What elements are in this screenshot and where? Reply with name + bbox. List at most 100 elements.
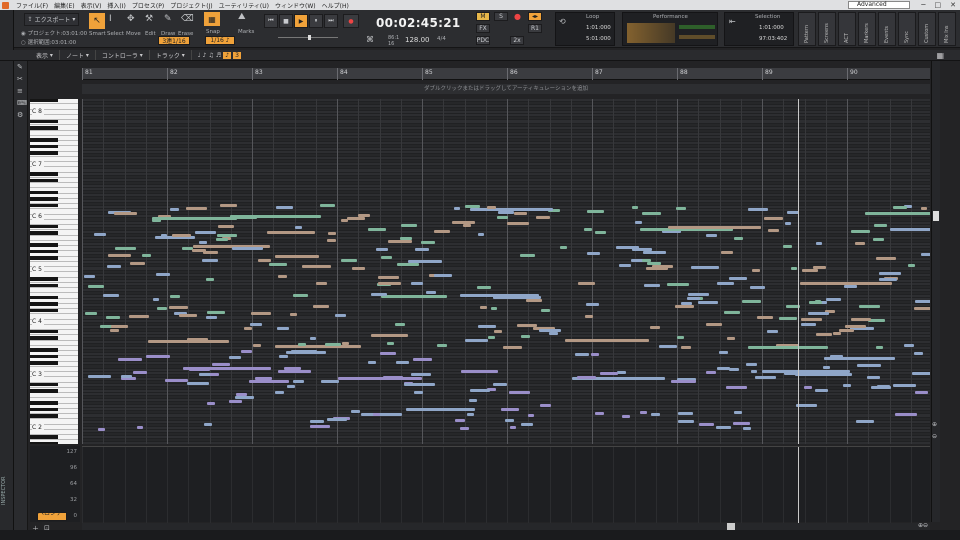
midi-note[interactable]	[209, 340, 226, 344]
midi-note[interactable]	[733, 237, 743, 241]
midi-note[interactable]	[492, 296, 541, 300]
midi-note[interactable]	[560, 245, 568, 249]
midi-note[interactable]	[520, 254, 536, 258]
midi-note[interactable]	[87, 284, 105, 288]
loop-icon[interactable]: ⟲	[559, 17, 566, 26]
midi-note[interactable]	[823, 366, 831, 370]
midi-note[interactable]	[464, 205, 480, 209]
midi-note[interactable]	[313, 304, 329, 308]
midi-note[interactable]	[367, 360, 376, 364]
menu-item-5[interactable]: プロジェクト(J)	[167, 1, 215, 10]
black-key[interactable]	[30, 382, 58, 386]
snap-grid-icon[interactable]: ▦	[204, 12, 220, 26]
select-tool-icon[interactable]: I	[109, 14, 112, 24]
midi-note[interactable]	[211, 363, 231, 367]
midi-note[interactable]	[341, 258, 357, 262]
black-key[interactable]	[30, 414, 58, 418]
midi-note[interactable]	[785, 222, 792, 226]
midi-note[interactable]	[650, 413, 660, 417]
midi-note[interactable]	[286, 385, 296, 389]
midi-note[interactable]	[459, 426, 469, 430]
midi-note[interactable]	[361, 413, 402, 417]
midi-note[interactable]	[160, 234, 168, 238]
midi-note[interactable]	[697, 301, 718, 305]
black-key[interactable]	[30, 224, 58, 229]
midi-note[interactable]	[367, 227, 386, 231]
midi-note[interactable]	[186, 338, 208, 342]
midi-note[interactable]	[615, 246, 639, 250]
midi-note[interactable]	[216, 234, 238, 238]
midi-note[interactable]	[202, 258, 218, 262]
midi-note[interactable]	[678, 412, 694, 416]
module-tab-0[interactable]: Pattern	[798, 12, 816, 46]
half-note-icon[interactable]: ♪	[203, 52, 207, 59]
midi-note[interactable]	[705, 371, 716, 375]
midi-note[interactable]	[459, 293, 540, 297]
midi-note[interactable]	[275, 390, 285, 394]
black-key[interactable]	[30, 348, 58, 352]
rewind-icon[interactable]: ⏮	[264, 14, 278, 28]
midi-note[interactable]	[586, 302, 600, 306]
black-key[interactable]	[30, 243, 58, 247]
midi-note[interactable]	[199, 240, 208, 244]
midi-note[interactable]	[292, 294, 308, 298]
midi-note[interactable]	[728, 276, 748, 280]
midi-note[interactable]	[436, 344, 448, 348]
midi-note[interactable]	[94, 233, 107, 237]
midi-note[interactable]	[587, 252, 600, 256]
midi-note[interactable]	[396, 262, 420, 266]
list-icon[interactable]: ≡	[17, 87, 23, 95]
midi-note[interactable]	[350, 410, 361, 414]
black-key[interactable]	[30, 144, 58, 148]
time-ruler[interactable]: 81 82 83 84 85 86 87 88 89 90	[82, 68, 930, 80]
midi-note[interactable]	[642, 212, 661, 216]
midi-note[interactable]	[492, 383, 507, 387]
midi-note[interactable]	[469, 389, 490, 393]
black-key[interactable]	[30, 99, 58, 102]
midi-note[interactable]	[206, 315, 218, 319]
midi-note[interactable]	[743, 427, 752, 431]
midi-note[interactable]	[178, 314, 197, 318]
play-icon[interactable]: ▶	[294, 14, 308, 28]
module-tab-3[interactable]: Markers	[858, 12, 876, 46]
midi-note[interactable]	[717, 366, 731, 370]
midi-note[interactable]	[724, 310, 740, 314]
midi-note[interactable]	[478, 232, 485, 236]
midi-note[interactable]	[279, 355, 289, 359]
selection-start[interactable]: 1:01:000	[759, 25, 784, 31]
midi-note[interactable]	[652, 265, 673, 269]
midi-note[interactable]	[346, 217, 366, 221]
midi-note[interactable]	[687, 296, 701, 300]
menu-item-8[interactable]: ヘルプ(H)	[319, 1, 352, 10]
midi-note[interactable]	[843, 384, 851, 388]
menu-item-3[interactable]: 挿入(I)	[104, 1, 128, 10]
midi-note[interactable]	[192, 249, 206, 253]
midi-note[interactable]	[378, 276, 399, 280]
vertical-scrollbar[interactable]: ⊕ ⊖	[931, 61, 940, 522]
velocity-lane-button[interactable]: ベロシティ	[37, 510, 67, 526]
midi-note[interactable]	[816, 241, 823, 245]
midi-note[interactable]	[497, 210, 514, 214]
midi-note[interactable]	[309, 336, 316, 340]
close-icon[interactable]: ✕	[950, 1, 956, 9]
black-key[interactable]	[30, 151, 58, 155]
midi-note[interactable]	[591, 352, 600, 356]
articulation-hint[interactable]: ダブルクリックまたはドラッグしてアーティキュレーションを追加	[82, 84, 930, 94]
pdc-button[interactable]: PDC	[476, 36, 490, 45]
midi-note[interactable]	[903, 344, 915, 348]
midi-note[interactable]	[372, 412, 380, 416]
midi-note[interactable]	[872, 237, 884, 241]
horizontal-zoom-icon[interactable]: ⊕⊖	[918, 522, 928, 529]
midi-note[interactable]	[914, 306, 930, 310]
midi-note[interactable]	[866, 375, 880, 379]
midi-note[interactable]	[275, 345, 361, 349]
triplet-icon[interactable]: ♪	[223, 51, 232, 59]
midi-note[interactable]	[878, 278, 898, 282]
midi-note[interactable]	[267, 230, 298, 234]
midi-note[interactable]	[186, 207, 207, 211]
midi-note[interactable]	[376, 248, 389, 252]
black-key[interactable]	[30, 138, 58, 142]
pencil-icon[interactable]: ✎	[17, 63, 23, 71]
midi-note[interactable]	[647, 262, 662, 266]
midi-note[interactable]	[334, 313, 346, 317]
